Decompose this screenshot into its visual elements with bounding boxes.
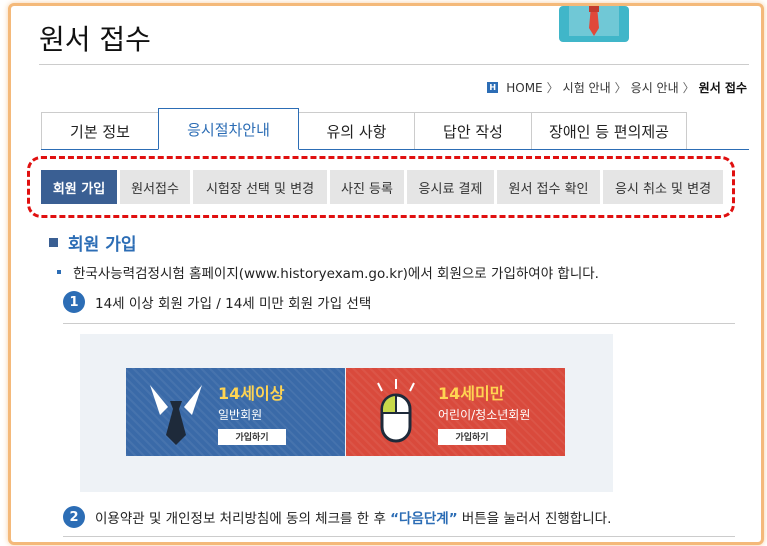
tab-application-procedure[interactable]: 응시절차안내 bbox=[158, 108, 299, 150]
breadcrumb-current: 원서 접수 bbox=[698, 81, 747, 95]
necktie-icon bbox=[150, 385, 202, 445]
step-text-before: 이용약관 및 개인정보 처리방침에 동의 체크를 한 후 bbox=[95, 511, 391, 527]
square-bullet-icon bbox=[49, 238, 58, 247]
intro-line: 한국사능력검정시험 홈페이지(www.historyexam.go.kr)에서 … bbox=[57, 262, 599, 282]
section-title: 회원 가입 bbox=[68, 235, 137, 255]
page-title: 원서 접수 bbox=[39, 23, 151, 56]
adult-join-button[interactable]: 가입하기 bbox=[218, 428, 286, 445]
breadcrumb-separator: 〉 bbox=[546, 81, 559, 95]
breadcrumb-separator: 〉 bbox=[682, 81, 695, 95]
step-1: 1 14세 이상 회원 가입 / 14세 미만 회원 가입 선택 bbox=[63, 291, 371, 313]
child-age-label: 14세미만 bbox=[438, 383, 505, 403]
subnav-photo[interactable]: 사진 등록 bbox=[330, 170, 404, 204]
main-tabs: 기본 정보 응시절차안내 유의 사항 답안 작성 장애인 등 편의제공 bbox=[41, 108, 687, 150]
breadcrumb-exam-info[interactable]: 시험 안내 bbox=[563, 79, 611, 96]
next-step-highlight: “다음단계” bbox=[390, 511, 458, 527]
child-type-label: 어린이/청소년회원 bbox=[438, 407, 531, 422]
step-2: 2 이용약관 및 개인정보 처리방침에 동의 체크를 한 후 “다음단계” 버튼… bbox=[63, 506, 611, 528]
step-number: 2 bbox=[63, 506, 85, 528]
subnav-payment[interactable]: 응시료 결제 bbox=[407, 170, 494, 204]
hero-illustration-icon bbox=[559, 6, 629, 42]
tab-notes[interactable]: 유의 사항 bbox=[298, 112, 415, 150]
adult-join-card[interactable]: 14세이상 일반회원 가입하기 bbox=[126, 368, 345, 456]
join-options-panel: 14세이상 일반회원 가입하기 14세미만 어린이/청소년회원 가입하기 bbox=[80, 334, 613, 492]
step-text: 14세 이상 회원 가입 / 14세 미만 회원 가입 선택 bbox=[95, 296, 372, 312]
section-heading: 회원 가입 bbox=[49, 230, 136, 255]
breadcrumb-apply-info[interactable]: 응시 안내 bbox=[631, 79, 679, 96]
breadcrumb: H HOME 〉 시험 안내 〉 응시 안내 〉 원서 접수 bbox=[487, 79, 747, 96]
child-join-button[interactable]: 가입하기 bbox=[438, 428, 506, 445]
subnav-cancel[interactable]: 응시 취소 및 변경 bbox=[603, 170, 723, 204]
title-divider bbox=[39, 64, 749, 65]
step-divider bbox=[63, 536, 735, 537]
bullet-icon bbox=[57, 270, 61, 274]
child-join-card[interactable]: 14세미만 어린이/청소년회원 가입하기 bbox=[346, 368, 565, 456]
breadcrumb-home[interactable]: HOME bbox=[506, 81, 542, 95]
sub-navigation: 회원 가입 원서접수 시험장 선택 및 변경 사진 등록 응시료 결제 원서 접… bbox=[41, 170, 723, 204]
adult-type-label: 일반회원 bbox=[218, 407, 263, 422]
subnav-exam-site[interactable]: 시험장 선택 및 변경 bbox=[193, 170, 327, 204]
subnav-confirm[interactable]: 원서 접수 확인 bbox=[497, 170, 600, 204]
screenshot-frame: 원서 접수 H HOME 〉 시험 안내 〉 응시 안내 〉 원서 접수 기본 … bbox=[8, 3, 764, 545]
subnav-member-join[interactable]: 회원 가입 bbox=[41, 170, 117, 204]
tab-accessibility[interactable]: 장애인 등 편의제공 bbox=[531, 112, 687, 150]
breadcrumb-separator: 〉 bbox=[614, 81, 627, 95]
mouse-icon bbox=[377, 379, 415, 443]
subnav-application[interactable]: 원서접수 bbox=[120, 170, 190, 204]
step-number: 1 bbox=[63, 291, 85, 313]
home-icon[interactable]: H bbox=[487, 82, 499, 93]
step-divider bbox=[63, 323, 735, 324]
step-text-after: 버튼을 눌러서 진행합니다. bbox=[457, 511, 612, 527]
tab-answer-writing[interactable]: 답안 작성 bbox=[414, 112, 532, 150]
intro-text: 한국사능력검정시험 홈페이지(www.historyexam.go.kr)에서 … bbox=[73, 266, 599, 282]
adult-age-label: 14세이상 bbox=[218, 383, 285, 403]
tabs-divider bbox=[41, 149, 749, 150]
step-text: 이용약관 및 개인정보 처리방침에 동의 체크를 한 후 “다음단계” 버튼을 … bbox=[95, 507, 611, 527]
tab-basic-info[interactable]: 기본 정보 bbox=[41, 112, 159, 150]
